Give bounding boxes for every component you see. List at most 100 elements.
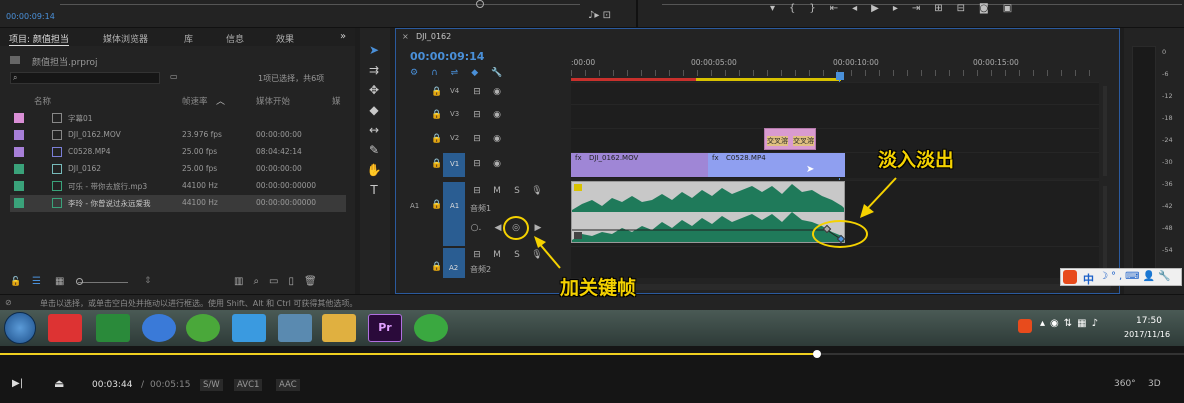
lock-icon[interactable]: 🔒 (430, 132, 444, 146)
track-volume-icon[interactable]: ○. (469, 221, 483, 235)
track-a2-lane[interactable] (571, 246, 1099, 278)
close-sequence-icon[interactable]: × (402, 32, 409, 41)
sync-lock-icon[interactable]: ⊟ (470, 108, 484, 122)
eject-icon[interactable]: ⏏ (54, 377, 64, 390)
lock-icon[interactable]: 🔒 (430, 260, 444, 274)
ripple-edit-tool-icon[interactable]: ✥ (366, 82, 382, 98)
bin-tools-icons[interactable]: ▥⌕▭▯🗑 (234, 276, 327, 287)
video-clip-c0528[interactable]: fx C0528.MP4 (708, 153, 845, 177)
solo-button[interactable]: S (510, 184, 524, 198)
eye-icon[interactable]: ◉ (490, 85, 504, 99)
top-slider-handle[interactable] (476, 0, 484, 8)
taskbar-app-icon[interactable] (48, 314, 82, 342)
selection-tool-icon[interactable]: ➤ (366, 42, 382, 58)
col-media-start[interactable]: 媒体开始 (256, 95, 290, 107)
eye-icon[interactable]: ◉ (490, 108, 504, 122)
tab-project[interactable]: 项目: 颜值担当 (9, 32, 69, 46)
ime-tool-icons[interactable]: ☽°,⌨👤🔧 (1099, 271, 1173, 282)
lock-icon[interactable]: 🔓 (10, 277, 21, 287)
taskbar-app-icon[interactable] (278, 314, 312, 342)
time-ruler[interactable]: :00:00 00:00:05:00 00:00:10:00 00:00:15:… (571, 56, 1099, 82)
track-target-a2[interactable] (443, 248, 465, 278)
video-clip-dji[interactable]: fx DJI_0162.MOV (571, 153, 708, 177)
timeline-tool-icons[interactable]: ⚙∩⇌◆🔧 (410, 68, 515, 78)
3d-button[interactable]: 3D (1148, 379, 1161, 389)
list-item[interactable]: C0528.MP4 25.00 fps 08:04:42:14 (10, 144, 346, 161)
sync-lock-icon[interactable]: ⊟ (470, 184, 484, 198)
sync-lock-icon[interactable]: ⊟ (470, 157, 484, 171)
lock-icon[interactable]: 🔒 (430, 198, 444, 212)
list-item[interactable]: 字幕01 (10, 110, 346, 127)
col-media-truncated[interactable]: 媒 (332, 95, 341, 107)
transition-clip-v2[interactable]: 交叉溶 交叉溶 (764, 128, 816, 150)
col-frame-rate[interactable]: 帧速率 (182, 95, 208, 107)
taskbar-premiere-icon[interactable]: Pr (368, 314, 402, 342)
track-target-a1[interactable] (443, 182, 465, 246)
icon-view-icon[interactable]: ▦ (55, 276, 64, 287)
list-item[interactable]: DJI_0162.MOV 23.976 fps 00:00:00:00 (10, 127, 346, 144)
list-view-icon[interactable]: ☰ (32, 276, 41, 287)
ime-mode[interactable]: 中 (1083, 271, 1094, 287)
list-item-selected[interactable]: 李玲 - 你曾说过永远爱我 44100 Hz 00:00:00:00000 (10, 195, 346, 212)
progress-knob[interactable] (812, 350, 821, 358)
item-name: 李玲 - 你曾说过永远爱我 (68, 199, 151, 208)
type-tool-icon[interactable]: T (366, 182, 382, 198)
eye-icon[interactable]: ◉ (490, 132, 504, 146)
settings-icon[interactable]: ♪▸ ⊡ (588, 10, 611, 21)
ime-toolbar[interactable]: 中 ☽°,⌨👤🔧 (1060, 268, 1182, 286)
tray-icons[interactable]: ▴◉⇅▦♪ (1040, 318, 1103, 329)
slip-tool-icon[interactable]: ↔ (366, 122, 382, 138)
track-v4-lane[interactable] (571, 82, 1099, 104)
tab-info[interactable]: 信息 (226, 32, 244, 45)
track-v2-lane[interactable] (571, 128, 1099, 152)
tray-time[interactable]: 17:50 (1136, 316, 1162, 326)
list-item[interactable]: DJI_0162 25.00 fps 00:00:00:00 (10, 161, 346, 178)
mute-button[interactable]: M (490, 184, 504, 198)
timeline-timecode[interactable]: 00:00:09:14 (410, 50, 484, 63)
zoom-slider-handle[interactable] (76, 278, 83, 285)
eye-icon[interactable]: ◉ (490, 157, 504, 171)
tab-libraries[interactable]: 库 (184, 32, 193, 45)
tray-date[interactable]: 2017/11/16 (1124, 330, 1170, 339)
timeline-h-scrollbar[interactable] (571, 284, 1111, 290)
mic-icon[interactable]: 🎙 (530, 184, 544, 198)
taskbar-app-icon[interactable] (142, 314, 176, 342)
program-controls-icons[interactable]: ▾{}⇤◂▶▸⇥⊞⊟◙▣ (770, 3, 1026, 14)
sync-lock-icon[interactable]: ⊟ (470, 85, 484, 99)
start-button[interactable] (4, 312, 36, 344)
taskbar-folder-icon[interactable] (322, 314, 356, 342)
audio-scrollbar[interactable] (1103, 186, 1107, 272)
tab-effects[interactable]: 效果 (276, 32, 294, 45)
sort-icon[interactable]: ⇕ (144, 276, 152, 286)
mute-button[interactable]: M (490, 248, 504, 262)
tray-sogou-icon[interactable] (1018, 319, 1032, 333)
lock-icon[interactable]: 🔒 (430, 85, 444, 99)
taskbar-app-icon[interactable] (232, 314, 266, 342)
audio-clip-a1[interactable] (571, 181, 845, 243)
sync-lock-icon[interactable]: ⊟ (470, 132, 484, 146)
new-bin-from-search-icon[interactable]: ▭ (170, 72, 178, 81)
track-v3-lane[interactable] (571, 104, 1099, 128)
next-track-icon[interactable]: ▶| (12, 378, 23, 389)
taskbar-app-icon[interactable] (414, 314, 448, 342)
zoom-slider[interactable] (78, 282, 128, 283)
razor-tool-icon[interactable]: ◆ (366, 102, 382, 118)
track-select-tool-icon[interactable]: ⇉ (366, 62, 382, 78)
sequence-tab[interactable]: DJI_0162 (416, 32, 451, 41)
vr360-button[interactable]: 360° (1114, 379, 1136, 389)
taskbar-app-icon[interactable] (96, 314, 130, 342)
taskbar-app-icon[interactable] (186, 314, 220, 342)
more-panels-icon[interactable]: » (340, 31, 346, 42)
lock-icon[interactable]: 🔒 (430, 108, 444, 122)
sync-lock-icon[interactable]: ⊟ (470, 248, 484, 262)
tab-media-browser[interactable]: 媒体浏览器 (103, 32, 148, 45)
solo-button[interactable]: S (510, 248, 524, 262)
lock-icon[interactable]: 🔒 (430, 157, 444, 171)
video-scrollbar[interactable] (1103, 86, 1107, 176)
project-search-input[interactable]: ⌕ (10, 72, 160, 84)
list-item[interactable]: 可乐 - 带你去旅行.mp3 44100 Hz 00:00:00:00000 (10, 178, 346, 195)
pen-tool-icon[interactable]: ✎ (366, 142, 382, 158)
playhead-handle[interactable] (836, 72, 844, 80)
col-name[interactable]: 名称 (34, 95, 51, 107)
hand-tool-icon[interactable]: ✋ (366, 162, 382, 178)
